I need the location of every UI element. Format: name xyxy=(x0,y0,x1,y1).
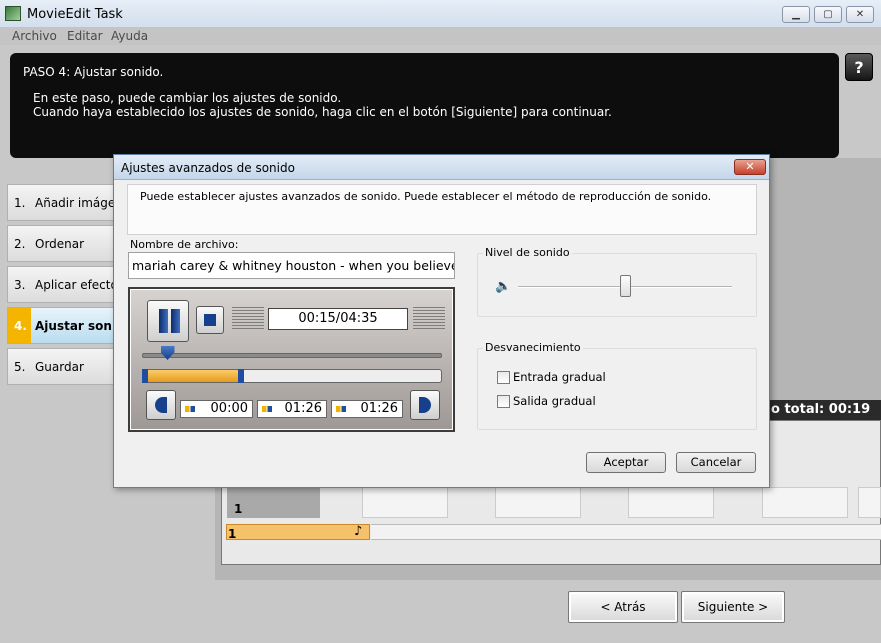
dialog-title: Ajustes avanzados de sonido xyxy=(121,161,295,175)
start-time-value: 00:00 xyxy=(210,401,248,416)
fade-label: Desvanecimiento xyxy=(483,341,583,354)
range-end-handle[interactable] xyxy=(238,369,244,383)
sidebar-item-label: Guardar xyxy=(35,360,84,374)
set-end-button[interactable] xyxy=(410,390,440,420)
menu-bar: Archivo Editar Ayuda xyxy=(0,28,881,45)
range-start-handle[interactable] xyxy=(142,369,148,383)
clip-slot[interactable] xyxy=(495,487,581,518)
clip-number: 1 xyxy=(234,502,243,516)
music-note-icon: ♪ xyxy=(354,524,363,539)
minimize-button[interactable]: ▁ xyxy=(782,6,810,23)
volume-label: Nivel de sonido xyxy=(483,246,572,259)
file-name-field[interactable]: mariah carey & whitney houston - when yo… xyxy=(128,252,455,279)
sidebar-item-number: 5. xyxy=(14,360,26,374)
audio-clip-number: 1 xyxy=(228,527,237,541)
fade-group xyxy=(477,348,757,430)
menu-archivo[interactable]: Archivo xyxy=(12,29,57,43)
title-bar: MovieEdit Task ▁ ▢ ✕ xyxy=(0,0,881,28)
sidebar-item-number: 4. xyxy=(14,319,27,333)
clip-slot[interactable] xyxy=(858,487,881,518)
audio-clip[interactable] xyxy=(226,524,370,540)
speaker-grill xyxy=(232,307,264,331)
seek-bar[interactable] xyxy=(142,353,442,358)
sidebar-item-label: Añadir imágenes xyxy=(35,196,115,210)
sidebar-item-label: Ordenar xyxy=(35,237,85,251)
speaker-grill xyxy=(413,307,445,331)
audio-player: 00:15/04:35 00:00 01:26 01:26 xyxy=(128,287,455,432)
sidebar-item-label: Aplicar efecto xyxy=(35,278,115,292)
pause-icon xyxy=(159,309,168,333)
pause-button[interactable] xyxy=(147,300,189,342)
next-button[interactable]: Siguiente > xyxy=(681,591,785,623)
duration-time-value: 01:26 xyxy=(360,401,398,416)
duration-marker-icon xyxy=(336,406,346,412)
pause-icon-bar xyxy=(171,309,180,333)
file-name-label: Nombre de archivo: xyxy=(130,238,239,251)
help-button[interactable]: ? xyxy=(845,53,873,81)
set-start-button[interactable] xyxy=(146,390,176,420)
advanced-sound-dialog: Ajustes avanzados de sonido ✕ Puede esta… xyxy=(113,154,770,488)
mark-in-icon xyxy=(155,397,167,413)
duration-time: 01:26 xyxy=(331,400,403,418)
stop-button[interactable] xyxy=(196,306,224,334)
playback-time: 00:15/04:35 xyxy=(268,308,408,330)
stop-icon xyxy=(204,314,216,326)
mark-out-icon xyxy=(419,397,431,413)
range-selection xyxy=(143,370,242,382)
maximize-button[interactable]: ▢ xyxy=(814,6,842,23)
start-marker-icon xyxy=(185,406,195,412)
end-time: 01:26 xyxy=(257,400,327,418)
sidebar-item-save[interactable]: 5. Guardar xyxy=(7,348,115,385)
back-button[interactable]: < Atrás xyxy=(568,591,678,623)
fade-out-checkbox[interactable] xyxy=(497,395,510,408)
range-bar[interactable] xyxy=(142,369,442,383)
step-instructions: PASO 4: Ajustar sonido. En este paso, pu… xyxy=(10,53,839,158)
clip-slot[interactable] xyxy=(628,487,714,518)
fade-out-label: Salida gradual xyxy=(513,394,596,408)
sidebar-item-order[interactable]: 2. Ordenar xyxy=(7,225,115,262)
close-icon: ✕ xyxy=(855,9,865,20)
speaker-icon: 🔈 xyxy=(495,279,512,294)
step-description-line-2: Cuando haya establecido los ajustes de s… xyxy=(33,105,612,119)
sidebar-item-number: 1. xyxy=(14,196,26,210)
close-button[interactable]: ✕ xyxy=(846,6,874,23)
menu-ayuda[interactable]: Ayuda xyxy=(111,29,148,43)
step-title: PASO 4: Ajustar sonido. xyxy=(23,65,164,79)
dialog-description-box: Puede establecer ajustes avanzados de so… xyxy=(127,184,757,235)
fade-in-label: Entrada gradual xyxy=(513,370,606,384)
dialog-description: Puede establecer ajustes avanzados de so… xyxy=(140,190,712,203)
dialog-close-button[interactable]: ✕ xyxy=(734,159,766,175)
sidebar-item-number: 3. xyxy=(14,278,26,292)
volume-group xyxy=(477,253,757,317)
sidebar-item-number: 2. xyxy=(14,237,26,251)
fade-in-checkbox[interactable] xyxy=(497,371,510,384)
minimize-icon: ▁ xyxy=(792,9,800,20)
start-time: 00:00 xyxy=(180,400,253,418)
audio-track-empty xyxy=(371,524,881,540)
end-marker-icon xyxy=(262,406,272,412)
menu-editar[interactable]: Editar xyxy=(67,29,103,43)
app-icon xyxy=(5,6,21,21)
ok-button[interactable]: Aceptar xyxy=(586,452,666,473)
maximize-icon: ▢ xyxy=(823,9,833,20)
step-description-line-1: En este paso, puede cambiar los ajustes … xyxy=(33,91,342,105)
sidebar-item-add-images[interactable]: 1. Añadir imágenes xyxy=(7,184,115,221)
close-icon: ✕ xyxy=(745,160,755,173)
total-time-label: o total: 00:19 xyxy=(766,400,881,420)
sidebar-item-adjust-sound[interactable]: 4. Ajustar sonido xyxy=(7,307,115,344)
window-title: MovieEdit Task xyxy=(27,7,123,22)
volume-slider-thumb[interactable] xyxy=(620,275,631,297)
clip-slot[interactable] xyxy=(762,487,848,518)
cancel-button[interactable]: Cancelar xyxy=(676,452,756,473)
dialog-title-bar: Ajustes avanzados de sonido ✕ xyxy=(114,155,769,180)
sidebar-item-label: Ajustar sonido xyxy=(35,319,115,333)
end-time-value: 01:26 xyxy=(284,401,322,416)
clip-slot[interactable] xyxy=(362,487,448,518)
sidebar-item-apply-effect[interactable]: 3. Aplicar efecto xyxy=(7,266,115,303)
